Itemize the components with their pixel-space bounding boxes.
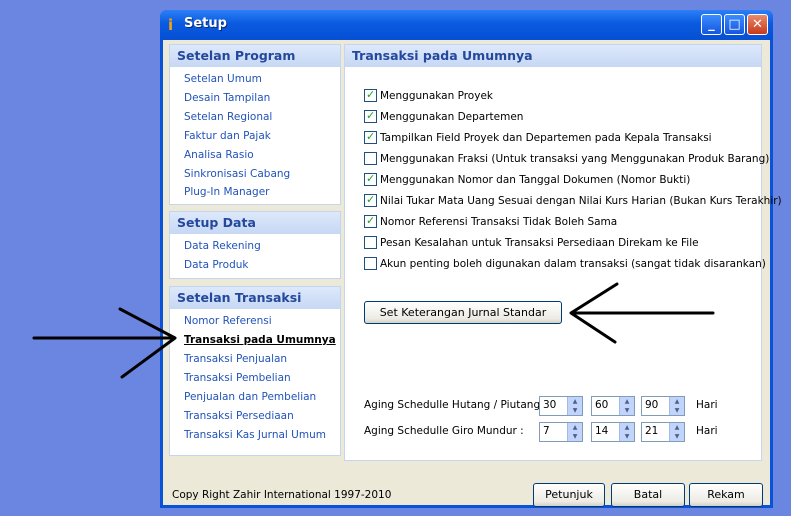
group-title: Setelan Program	[170, 45, 340, 67]
group-setelan-transaksi: Setelan Transaksi Nomor Referensi Transa…	[169, 286, 341, 456]
aging-hutang-1-stepper[interactable]: 30 ▲ ▼	[539, 396, 583, 416]
panel-title: Transaksi pada Umumnya	[345, 45, 761, 67]
stepper-arrows[interactable]: ▲ ▼	[669, 423, 684, 441]
stepper-arrows[interactable]: ▲ ▼	[567, 397, 582, 415]
aging-hutang-label: Aging Schedulle Hutang / Piutang :	[364, 399, 547, 411]
checkbox[interactable]	[364, 214, 377, 228]
group-title: Setelan Transaksi	[170, 287, 340, 309]
option-label: Menggunakan Proyek	[380, 90, 493, 102]
down-arrow-icon[interactable]: ▼	[568, 432, 582, 441]
stepper-value: 21	[645, 425, 659, 437]
aging-giro-3-stepper[interactable]: 21 ▲ ▼	[641, 422, 685, 442]
nav-item-penjualan-pembelian[interactable]: Penjualan dan Pembelian	[170, 388, 340, 407]
stepper-value: 30	[543, 399, 557, 411]
aging-hutang-2-stepper[interactable]: 60 ▲ ▼	[591, 396, 635, 416]
down-arrow-icon[interactable]: ▼	[670, 432, 684, 441]
close-icon: ✕	[752, 17, 763, 32]
nav-item-setelan-regional[interactable]: Setelan Regional	[170, 108, 340, 127]
down-arrow-icon[interactable]: ▼	[620, 406, 634, 415]
checkbox[interactable]	[364, 257, 377, 270]
stepper-value: 14	[595, 425, 609, 437]
stepper-arrows[interactable]: ▲ ▼	[567, 423, 582, 441]
checkbox[interactable]	[364, 109, 377, 123]
nav-item-setelan-umum[interactable]: Setelan Umum	[170, 70, 340, 89]
option-label: Nilai Tukar Mata Uang Sesuai dengan Nila…	[380, 195, 782, 207]
settings-nav: Setelan Program Setelan Umum Desain Tamp…	[169, 44, 341, 462]
stepper-arrows[interactable]: ▲ ▼	[619, 397, 634, 415]
option-label: Pesan Kesalahan untuk Transaksi Persedia…	[380, 237, 699, 249]
nav-item-faktur-pajak[interactable]: Faktur dan Pajak	[170, 127, 340, 146]
aging-hutang-unit: Hari	[696, 399, 718, 411]
aging-giro-1-stepper[interactable]: 7 ▲ ▼	[539, 422, 583, 442]
stepper-value: 7	[543, 425, 550, 437]
option-label: Menggunakan Nomor dan Tanggal Dokumen (N…	[380, 174, 691, 186]
set-journal-button[interactable]: Set Keterangan Jurnal Standar	[364, 301, 562, 324]
option-label: Nomor Referensi Transaksi Tidak Boleh Sa…	[380, 216, 618, 228]
window-title: Setup	[184, 16, 227, 31]
stepper-arrows[interactable]: ▲ ▼	[669, 397, 684, 415]
nav-item-transaksi-umum[interactable]: Transaksi pada Umumnya	[170, 331, 340, 350]
group-title: Setup Data	[170, 212, 340, 234]
stepper-arrows[interactable]: ▲ ▼	[619, 423, 634, 441]
setup-window: i Setup _ □ ✕ Setelan Program Setelan Um…	[160, 10, 782, 508]
title-bar[interactable]: i Setup _ □ ✕	[160, 10, 773, 40]
group-setelan-program: Setelan Program Setelan Umum Desain Tamp…	[169, 44, 341, 205]
option-label: Tampilkan Field Proyek dan Departemen pa…	[380, 132, 712, 144]
option-label: Menggunakan Fraksi (Untuk transaksi yang…	[380, 153, 770, 165]
checkbox[interactable]	[364, 193, 377, 207]
minimize-icon: _	[708, 17, 715, 32]
up-arrow-icon[interactable]: ▲	[568, 423, 582, 432]
nav-item-data-produk[interactable]: Data Produk	[170, 256, 340, 275]
cancel-button[interactable]: Batal	[611, 483, 685, 507]
minimize-button[interactable]: _	[701, 14, 722, 35]
copyright-text: Copy Right Zahir International 1997-2010	[172, 489, 392, 501]
down-arrow-icon[interactable]: ▼	[620, 432, 634, 441]
nav-item-analisa-rasio[interactable]: Analisa Rasio	[170, 146, 340, 165]
checkbox[interactable]	[364, 172, 377, 186]
window-client: Setelan Program Setelan Umum Desain Tamp…	[163, 40, 782, 507]
nav-item-desain-tampilan[interactable]: Desain Tampilan	[170, 89, 340, 108]
close-button[interactable]: ✕	[747, 14, 768, 35]
left-arrow-annotation	[32, 307, 177, 379]
stepper-value: 90	[645, 399, 659, 411]
up-arrow-icon[interactable]: ▲	[620, 423, 634, 432]
main-panel: Transaksi pada Umumnya Menggunakan Proye…	[344, 44, 782, 461]
checkbox[interactable]	[364, 130, 377, 144]
nav-item-transaksi-persediaan[interactable]: Transaksi Persediaan	[170, 407, 340, 426]
nav-item-plugin-manager[interactable]: Plug-In Manager	[170, 184, 340, 201]
checkbox[interactable]	[364, 236, 377, 249]
aging-giro-unit: Hari	[696, 425, 718, 437]
up-arrow-icon[interactable]: ▲	[670, 397, 684, 406]
maximize-button[interactable]: □	[724, 14, 745, 35]
nav-item-transaksi-penjualan[interactable]: Transaksi Penjualan	[170, 350, 340, 369]
down-arrow-icon[interactable]: ▼	[568, 406, 582, 415]
maximize-icon: □	[728, 17, 741, 32]
stepper-value: 60	[595, 399, 609, 411]
checkbox[interactable]	[364, 88, 377, 102]
up-arrow-icon[interactable]: ▲	[568, 397, 582, 406]
aging-giro-2-stepper[interactable]: 14 ▲ ▼	[591, 422, 635, 442]
nav-item-nomor-referensi[interactable]: Nomor Referensi	[170, 312, 340, 331]
nav-item-transaksi-pembelian[interactable]: Transaksi Pembelian	[170, 369, 340, 388]
checkbox[interactable]	[364, 152, 377, 165]
nav-item-kas-jurnal-umum[interactable]: Transaksi Kas Jurnal Umum	[170, 426, 340, 445]
down-arrow-icon[interactable]: ▼	[670, 406, 684, 415]
right-arrow-annotation	[569, 282, 715, 344]
nav-item-data-rekening[interactable]: Data Rekening	[170, 237, 340, 256]
aging-hutang-3-stepper[interactable]: 90 ▲ ▼	[641, 396, 685, 416]
nav-item-sinkronisasi-cabang[interactable]: Sinkronisasi Cabang	[170, 165, 340, 184]
save-button[interactable]: Rekam	[689, 483, 763, 507]
app-icon: i	[168, 16, 174, 34]
option-label: Menggunakan Departemen	[380, 111, 524, 123]
help-button[interactable]: Petunjuk	[533, 483, 605, 507]
option-label: Akun penting boleh digunakan dalam trans…	[380, 258, 766, 270]
up-arrow-icon[interactable]: ▲	[620, 397, 634, 406]
up-arrow-icon[interactable]: ▲	[670, 423, 684, 432]
aging-giro-label: Aging Schedulle Giro Mundur :	[364, 425, 524, 437]
group-setup-data: Setup Data Data Rekening Data Produk	[169, 211, 341, 279]
